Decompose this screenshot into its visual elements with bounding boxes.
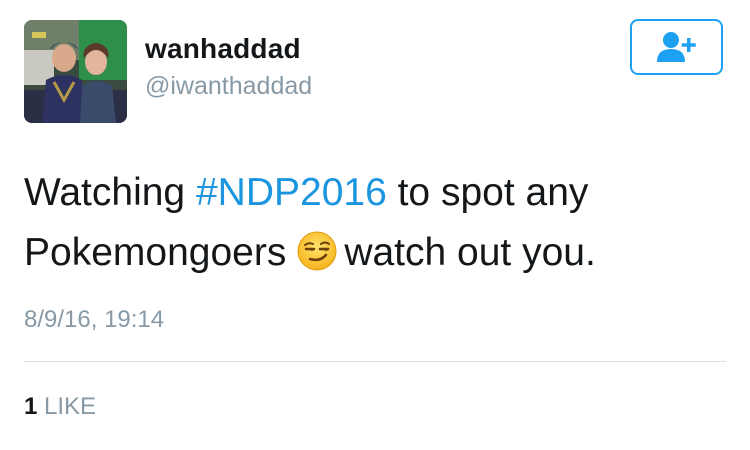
avatar[interactable] (24, 20, 127, 123)
tweet-text: Watching #NDP2016 to spot any Pokemongoe… (24, 163, 714, 283)
likes-count[interactable]: 1 LIKE (24, 393, 96, 421)
follow-button[interactable] (630, 19, 723, 75)
timestamp[interactable]: 8/9/16, 19:14 (24, 306, 164, 334)
likes-number: 1 (24, 393, 38, 420)
hashtag-link[interactable]: #NDP2016 (196, 171, 387, 214)
avatar-photo (24, 20, 127, 123)
user-handle[interactable]: @iwanthaddad (145, 72, 312, 101)
add-user-icon (656, 32, 696, 62)
tweet-text-after: watch out you. (344, 231, 596, 274)
smirking-face-emoji-icon (296, 230, 338, 272)
display-name[interactable]: wanhaddad (145, 33, 301, 65)
tweet-card: wanhaddad @iwanthaddad Watching #NDP2016… (0, 0, 750, 450)
tweet-text-before: Watching (24, 171, 196, 214)
likes-label: LIKE (37, 393, 97, 420)
divider (24, 361, 726, 362)
